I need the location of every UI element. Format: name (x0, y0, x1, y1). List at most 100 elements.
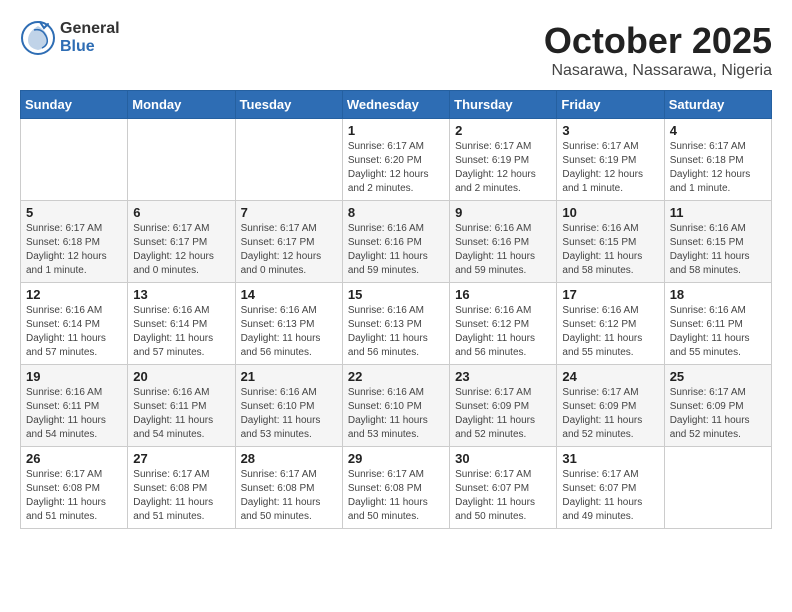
calendar-week-3: 12 Sunrise: 6:16 AM Sunset: 6:14 PM Dayli… (21, 283, 772, 365)
day-number: 8 (348, 205, 444, 220)
calendar-cell: 20 Sunrise: 6:16 AM Sunset: 6:11 PM Dayli… (128, 365, 235, 447)
day-info: Sunrise: 6:16 AM Sunset: 6:11 PM Dayligh… (133, 386, 229, 442)
calendar-cell: 22 Sunrise: 6:16 AM Sunset: 6:10 PM Dayli… (342, 365, 449, 447)
calendar-cell: 10Sunrise: 6:16 AM Sunset: 6:15 PM Dayli… (557, 201, 664, 283)
day-info: Sunrise: 6:17 AM Sunset: 6:07 PM Dayligh… (455, 468, 551, 524)
day-info: Sunrise: 6:17 AM Sunset: 6:17 PM Dayligh… (241, 222, 337, 278)
calendar-cell: 2 Sunrise: 6:17 AM Sunset: 6:19 PM Daylig… (450, 119, 557, 201)
calendar-table: SundayMondayTuesdayWednesdayThursdayFrid… (20, 90, 772, 529)
logo-text: General Blue (60, 20, 120, 55)
calendar-cell: 5 Sunrise: 6:17 AM Sunset: 6:18 PM Daylig… (21, 201, 128, 283)
day-info: Sunrise: 6:16 AM Sunset: 6:13 PM Dayligh… (241, 304, 337, 360)
weekday-header-thursday: Thursday (450, 91, 557, 119)
day-number: 9 (455, 205, 551, 220)
page-header: General Blue October 2025 Nasarawa, Nass… (20, 20, 772, 80)
calendar-cell: 1 Sunrise: 6:17 AM Sunset: 6:20 PM Daylig… (342, 119, 449, 201)
day-number: 26 (26, 451, 122, 466)
calendar-week-1: 1 Sunrise: 6:17 AM Sunset: 6:20 PM Daylig… (21, 119, 772, 201)
calendar-cell: 7 Sunrise: 6:17 AM Sunset: 6:17 PM Daylig… (235, 201, 342, 283)
day-info: Sunrise: 6:16 AM Sunset: 6:16 PM Dayligh… (455, 222, 551, 278)
day-info: Sunrise: 6:17 AM Sunset: 6:09 PM Dayligh… (455, 386, 551, 442)
calendar-cell: 16 Sunrise: 6:16 AM Sunset: 6:12 PM Dayli… (450, 283, 557, 365)
calendar-cell: 27 Sunrise: 6:17 AM Sunset: 6:08 PM Dayli… (128, 447, 235, 529)
day-number: 11 (670, 205, 766, 220)
calendar-cell: 30 Sunrise: 6:17 AM Sunset: 6:07 PM Dayli… (450, 447, 557, 529)
day-number: 14 (241, 287, 337, 302)
calendar-cell (664, 447, 771, 529)
weekday-header-friday: Friday (557, 91, 664, 119)
logo: General Blue (20, 20, 120, 56)
day-number: 28 (241, 451, 337, 466)
weekday-header-monday: Monday (128, 91, 235, 119)
calendar-cell: 23 Sunrise: 6:17 AM Sunset: 6:09 PM Dayli… (450, 365, 557, 447)
day-number: 2 (455, 123, 551, 138)
day-number: 10 (562, 205, 658, 220)
calendar-cell: 9 Sunrise: 6:16 AM Sunset: 6:16 PM Daylig… (450, 201, 557, 283)
day-number: 31 (562, 451, 658, 466)
day-info: Sunrise: 6:16 AM Sunset: 6:14 PM Dayligh… (133, 304, 229, 360)
logo-icon (20, 20, 56, 56)
calendar-cell (128, 119, 235, 201)
weekday-header-row: SundayMondayTuesdayWednesdayThursdayFrid… (21, 91, 772, 119)
calendar-cell: 29 Sunrise: 6:17 AM Sunset: 6:08 PM Dayli… (342, 447, 449, 529)
day-number: 18 (670, 287, 766, 302)
calendar-cell: 6 Sunrise: 6:17 AM Sunset: 6:17 PM Daylig… (128, 201, 235, 283)
day-info: Sunrise: 6:16 AM Sunset: 6:15 PM Dayligh… (670, 222, 766, 278)
day-info: Sunrise: 6:17 AM Sunset: 6:20 PM Dayligh… (348, 140, 444, 196)
day-info: Sunrise: 6:16 AM Sunset: 6:13 PM Dayligh… (348, 304, 444, 360)
day-number: 30 (455, 451, 551, 466)
day-info: Sunrise: 6:16 AM Sunset: 6:11 PM Dayligh… (670, 304, 766, 360)
calendar-cell: 4Sunrise: 6:17 AM Sunset: 6:18 PM Daylig… (664, 119, 771, 201)
calendar-cell: 28 Sunrise: 6:17 AM Sunset: 6:08 PM Dayli… (235, 447, 342, 529)
calendar-cell: 19 Sunrise: 6:16 AM Sunset: 6:11 PM Dayli… (21, 365, 128, 447)
day-number: 27 (133, 451, 229, 466)
day-info: Sunrise: 6:16 AM Sunset: 6:12 PM Dayligh… (455, 304, 551, 360)
calendar-week-5: 26 Sunrise: 6:17 AM Sunset: 6:08 PM Dayli… (21, 447, 772, 529)
weekday-header-saturday: Saturday (664, 91, 771, 119)
day-info: Sunrise: 6:16 AM Sunset: 6:10 PM Dayligh… (241, 386, 337, 442)
calendar-cell: 13Sunrise: 6:16 AM Sunset: 6:14 PM Dayli… (128, 283, 235, 365)
day-number: 29 (348, 451, 444, 466)
calendar-cell: 24Sunrise: 6:17 AM Sunset: 6:09 PM Dayli… (557, 365, 664, 447)
day-info: Sunrise: 6:17 AM Sunset: 6:08 PM Dayligh… (133, 468, 229, 524)
day-number: 12 (26, 287, 122, 302)
location-title: Nasarawa, Nassarawa, Nigeria (544, 62, 772, 80)
calendar-cell: 14 Sunrise: 6:16 AM Sunset: 6:13 PM Dayli… (235, 283, 342, 365)
day-info: Sunrise: 6:17 AM Sunset: 6:19 PM Dayligh… (455, 140, 551, 196)
day-number: 19 (26, 369, 122, 384)
calendar-cell: 8 Sunrise: 6:16 AM Sunset: 6:16 PM Daylig… (342, 201, 449, 283)
day-info: Sunrise: 6:16 AM Sunset: 6:11 PM Dayligh… (26, 386, 122, 442)
day-number: 20 (133, 369, 229, 384)
day-number: 15 (348, 287, 444, 302)
calendar-cell: 26 Sunrise: 6:17 AM Sunset: 6:08 PM Dayli… (21, 447, 128, 529)
day-number: 4 (670, 123, 766, 138)
day-info: Sunrise: 6:16 AM Sunset: 6:10 PM Dayligh… (348, 386, 444, 442)
calendar-week-2: 5 Sunrise: 6:17 AM Sunset: 6:18 PM Daylig… (21, 201, 772, 283)
day-info: Sunrise: 6:17 AM Sunset: 6:09 PM Dayligh… (562, 386, 658, 442)
calendar-cell: 3Sunrise: 6:17 AM Sunset: 6:19 PM Daylig… (557, 119, 664, 201)
calendar-cell (235, 119, 342, 201)
day-info: Sunrise: 6:16 AM Sunset: 6:16 PM Dayligh… (348, 222, 444, 278)
day-number: 23 (455, 369, 551, 384)
day-info: Sunrise: 6:17 AM Sunset: 6:09 PM Dayligh… (670, 386, 766, 442)
day-number: 16 (455, 287, 551, 302)
day-number: 5 (26, 205, 122, 220)
logo-blue-text: Blue (60, 38, 120, 56)
day-number: 25 (670, 369, 766, 384)
day-info: Sunrise: 6:16 AM Sunset: 6:12 PM Dayligh… (562, 304, 658, 360)
day-info: Sunrise: 6:17 AM Sunset: 6:08 PM Dayligh… (26, 468, 122, 524)
day-info: Sunrise: 6:17 AM Sunset: 6:18 PM Dayligh… (26, 222, 122, 278)
day-info: Sunrise: 6:17 AM Sunset: 6:19 PM Dayligh… (562, 140, 658, 196)
day-number: 22 (348, 369, 444, 384)
calendar-cell: 31 Sunrise: 6:17 AM Sunset: 6:07 PM Dayli… (557, 447, 664, 529)
day-number: 1 (348, 123, 444, 138)
day-info: Sunrise: 6:17 AM Sunset: 6:07 PM Dayligh… (562, 468, 658, 524)
day-info: Sunrise: 6:17 AM Sunset: 6:08 PM Dayligh… (348, 468, 444, 524)
calendar-cell (21, 119, 128, 201)
day-number: 7 (241, 205, 337, 220)
day-info: Sunrise: 6:17 AM Sunset: 6:17 PM Dayligh… (133, 222, 229, 278)
day-info: Sunrise: 6:17 AM Sunset: 6:08 PM Dayligh… (241, 468, 337, 524)
weekday-header-sunday: Sunday (21, 91, 128, 119)
day-number: 6 (133, 205, 229, 220)
weekday-header-wednesday: Wednesday (342, 91, 449, 119)
